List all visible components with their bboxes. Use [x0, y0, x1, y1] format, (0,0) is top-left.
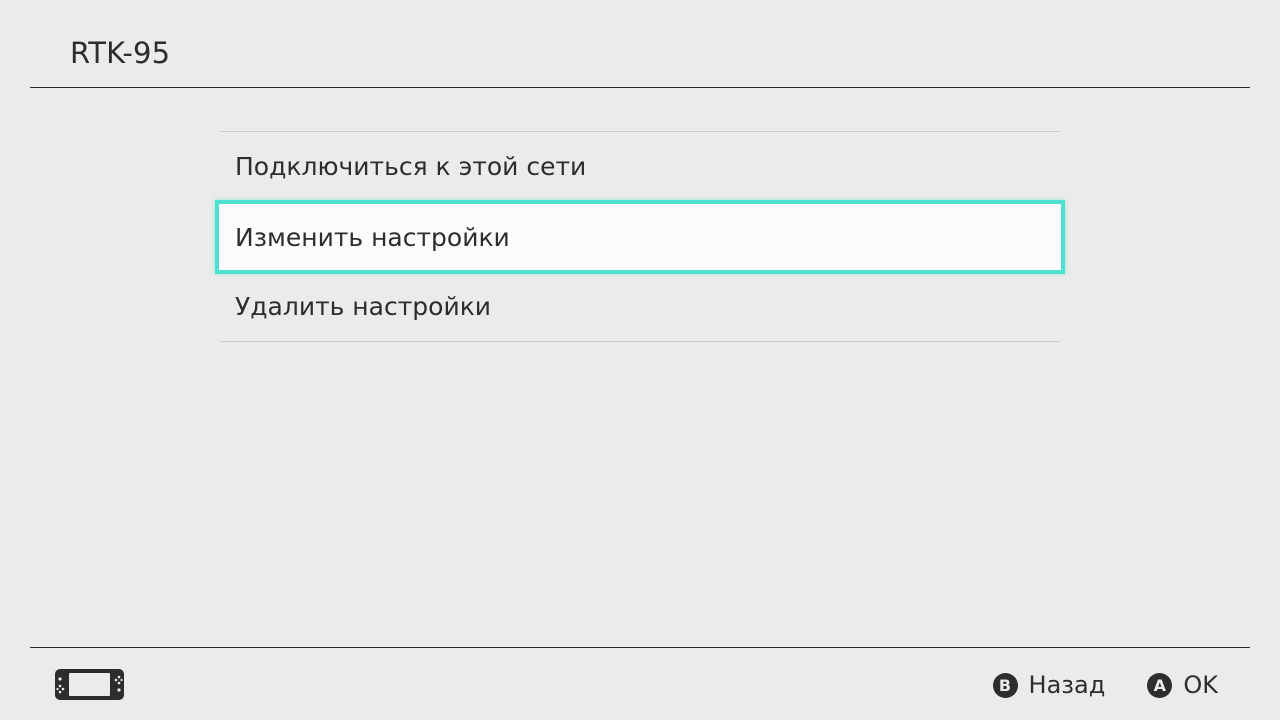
- footer-divider: [30, 647, 1250, 648]
- network-settings-screen: RTK-95 Подключиться к этой сети Изменить…: [0, 0, 1280, 720]
- menu-item-label: Подключиться к этой сети: [235, 152, 587, 181]
- b-button-icon: B: [992, 672, 1018, 698]
- menu-item-change-settings[interactable]: Изменить настройки: [215, 200, 1065, 274]
- handheld-console-icon: [55, 669, 124, 700]
- header-divider: [30, 87, 1250, 88]
- menu-item-delete-settings[interactable]: Удалить настройки: [220, 272, 1060, 342]
- back-button[interactable]: B Назад: [992, 671, 1106, 699]
- ok-button[interactable]: A OK: [1147, 671, 1218, 699]
- footer-button-guide: B Назад A OK: [951, 668, 1218, 702]
- menu-item-connect[interactable]: Подключиться к этой сети: [220, 132, 1060, 202]
- back-label: Назад: [1028, 671, 1106, 699]
- a-button-icon: A: [1147, 672, 1173, 698]
- menu-item-label: Изменить настройки: [235, 222, 510, 252]
- network-options-menu: Подключиться к этой сети Изменить настро…: [215, 131, 1065, 342]
- page-title: RTK-95: [70, 36, 171, 70]
- menu-item-label: Удалить настройки: [235, 292, 492, 321]
- ok-label: OK: [1183, 671, 1218, 699]
